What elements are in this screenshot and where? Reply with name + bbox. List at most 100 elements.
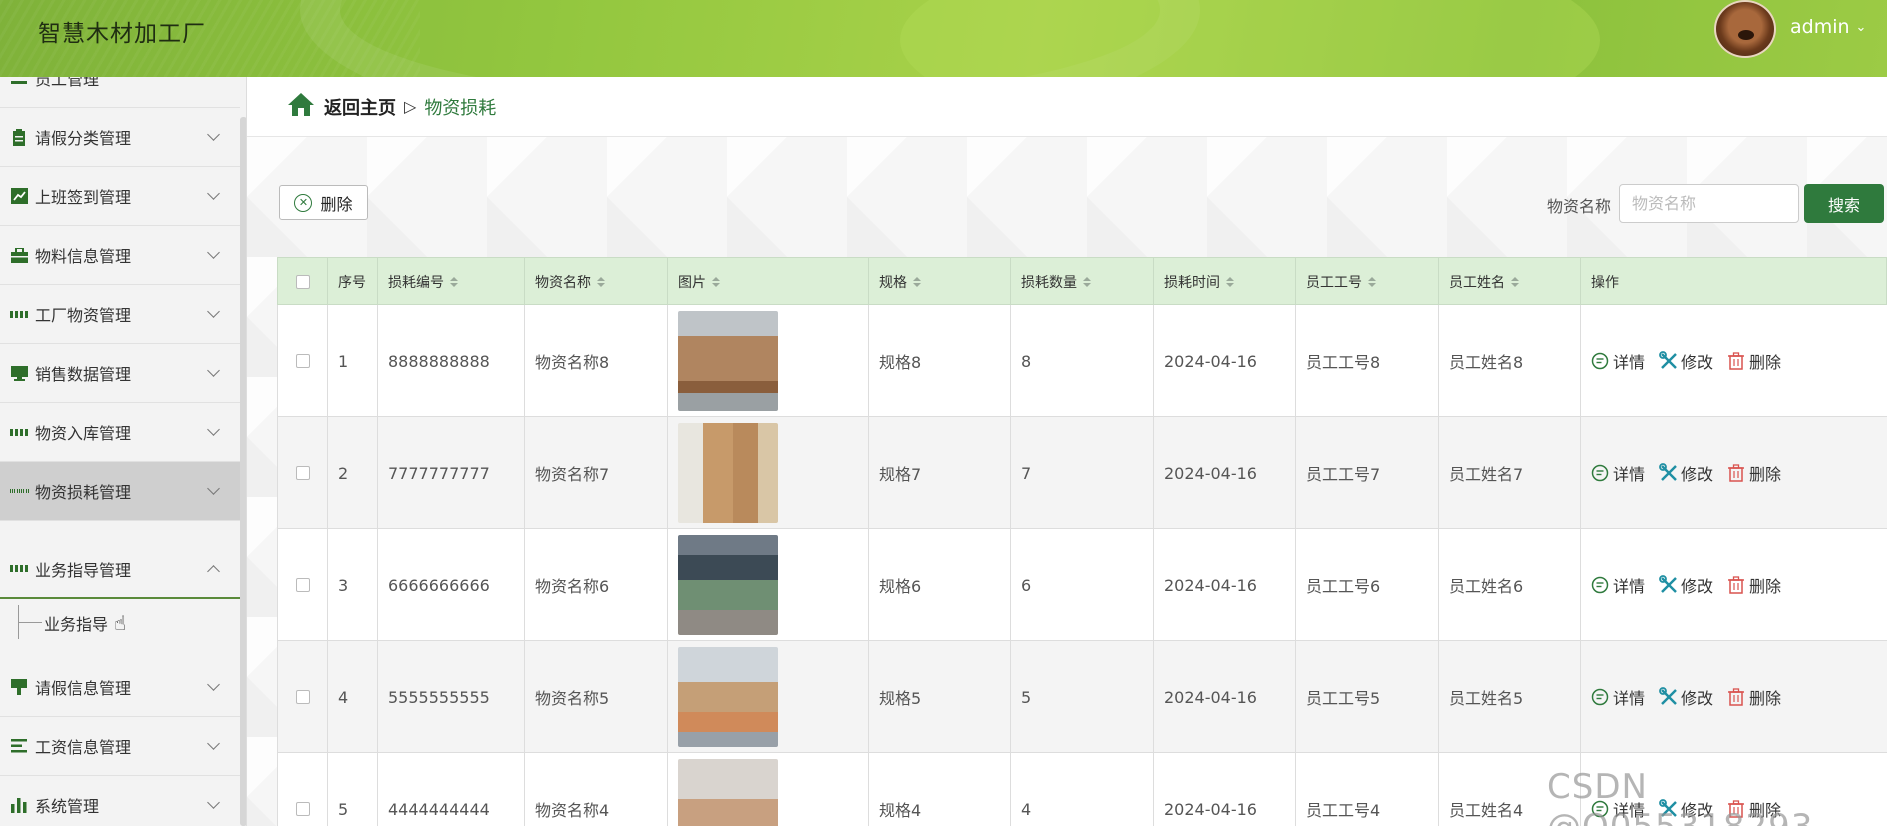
sort-icon[interactable] xyxy=(597,277,605,287)
column-header-label: 损耗编号 xyxy=(388,275,444,291)
trash-icon xyxy=(1727,576,1745,594)
cell-text: 2024-04-16 xyxy=(1164,799,1257,819)
sidebar-item-label: 请假分类管理 xyxy=(35,129,132,148)
sort-icon[interactable] xyxy=(712,277,720,287)
cell-text: 员工工号8 xyxy=(1306,353,1381,372)
item-photo[interactable] xyxy=(678,311,778,411)
edit-button[interactable]: 修改 xyxy=(1659,573,1713,597)
detail-label: 详情 xyxy=(1613,465,1646,484)
sidebar-item-material[interactable]: 物料信息管理 xyxy=(0,226,240,285)
row-checkbox[interactable] xyxy=(295,354,310,368)
sidebar-item-factory-supplies[interactable]: 工厂物资管理 xyxy=(0,285,240,344)
table-cell-spec: 规格4 xyxy=(869,753,1011,826)
detail-button[interactable]: 详情 xyxy=(1591,685,1645,709)
sidebar-item-salary[interactable]: 工资信息管理 xyxy=(0,717,240,776)
sidebar-item-leave-info[interactable]: 请假信息管理 xyxy=(0,658,240,717)
detail-button[interactable]: 详情 xyxy=(1591,461,1645,485)
table-cell-emp_no: 员工工号6 xyxy=(1296,529,1439,641)
select-all-checkbox[interactable] xyxy=(295,275,310,289)
table-cell-code: 5555555555 xyxy=(378,641,525,753)
sidebar-item-system[interactable]: 系统管理 xyxy=(0,776,240,826)
sidebar-item-label: 工厂物资管理 xyxy=(35,306,132,325)
sort-icon[interactable] xyxy=(1226,277,1234,287)
column-header[interactable]: 图片 xyxy=(668,258,869,306)
chevron-down-icon: ⌄ xyxy=(1855,19,1867,35)
avatar[interactable] xyxy=(1714,0,1776,58)
row-checkbox[interactable] xyxy=(295,466,310,480)
sidebar-item-label: 销售数据管理 xyxy=(35,365,132,384)
sort-icon[interactable] xyxy=(1368,277,1376,287)
column-header-label: 物资名称 xyxy=(535,275,591,291)
row-checkbox[interactable] xyxy=(295,802,310,816)
sidebar-item-label: 工资信息管理 xyxy=(35,738,132,757)
table-row: 4 5555555555 物资名称5 规格5 5 2024-04-16 员工工号5 员工姓名5… xyxy=(277,641,1887,753)
item-photo[interactable] xyxy=(678,423,778,523)
row-checkbox[interactable] xyxy=(295,578,310,592)
table-cell-code: 4444444444 xyxy=(378,753,525,826)
delete-button[interactable]: 删除 xyxy=(1727,685,1781,709)
sidebar-item-employee[interactable]: 员工管理 xyxy=(0,77,240,108)
sidebar-scrollbar[interactable] xyxy=(240,117,246,826)
edit-button[interactable]: 修改 xyxy=(1659,349,1713,373)
sidebar-item-loss[interactable]: 物资损耗管理 xyxy=(0,462,240,521)
sidebar-item-leave-category[interactable]: 请假分类管理 xyxy=(0,108,240,167)
cell-text: 规格8 xyxy=(879,353,922,372)
delete-button[interactable]: 删除 xyxy=(1727,461,1781,485)
top-header: 智慧木材加工厂 admin ⌄ xyxy=(0,0,1887,77)
cell-text: 规格4 xyxy=(879,801,922,820)
delete-label: 删除 xyxy=(1749,465,1782,484)
column-header[interactable]: 物资名称 xyxy=(525,258,668,306)
chevron-down-icon xyxy=(207,187,220,200)
column-header[interactable]: 损耗数量 xyxy=(1011,258,1154,306)
sidebar-item-label: 业务指导管理 xyxy=(35,560,132,580)
column-header[interactable]: 损耗编号 xyxy=(378,258,525,306)
sidebar-item-label: 请假信息管理 xyxy=(35,679,132,698)
detail-button[interactable]: 详情 xyxy=(1591,573,1645,597)
search-input[interactable] xyxy=(1619,184,1799,223)
detail-button[interactable]: 详情 xyxy=(1591,349,1645,373)
sidebar-item-guidance[interactable]: 业务指导管理 xyxy=(0,540,240,599)
row-checkbox[interactable] xyxy=(295,690,310,704)
detail-icon xyxy=(1591,576,1609,594)
image-cell xyxy=(668,305,869,417)
delete-button[interactable]: 删除 xyxy=(1727,349,1781,373)
tree-line xyxy=(18,622,42,623)
item-photo[interactable] xyxy=(678,535,778,635)
breadcrumb-home[interactable]: 返回主页 xyxy=(324,94,396,120)
sidebar-item-checkin[interactable]: 上班签到管理 xyxy=(0,167,240,226)
edit-button[interactable]: 修改 xyxy=(1659,685,1713,709)
sort-icon[interactable] xyxy=(1083,277,1091,287)
sidebar-item-inbound[interactable]: 物资入库管理 xyxy=(0,403,240,462)
chevron-down-icon xyxy=(207,737,220,750)
sidebar: 员工管理 请假分类管理 上班签到管理 物料信息管理 工厂物资管理 销售数据管理 … xyxy=(0,77,247,826)
cell-text: 员工工号5 xyxy=(1306,689,1381,708)
item-photo[interactable] xyxy=(678,759,778,826)
delete-button[interactable]: 删除 xyxy=(1727,573,1781,597)
sidebar-item-label: 系统管理 xyxy=(35,797,100,816)
column-header[interactable]: 员工姓名 xyxy=(1439,258,1581,306)
user-menu[interactable]: admin ⌄ xyxy=(1790,16,1866,38)
sidebar-item-sales[interactable]: 销售数据管理 xyxy=(0,344,240,403)
column-header[interactable]: 损耗时间 xyxy=(1154,258,1296,306)
chevron-down-icon xyxy=(207,305,220,318)
home-icon[interactable] xyxy=(287,92,315,121)
cell-text: 员工姓名7 xyxy=(1449,465,1524,484)
cell-text: 6666666666 xyxy=(388,575,490,595)
batch-delete-button[interactable]: ✕ 删除 xyxy=(279,185,368,220)
search-button[interactable]: 搜索 xyxy=(1804,184,1884,223)
item-photo[interactable] xyxy=(678,647,778,747)
cell-text: 5555555555 xyxy=(388,687,490,707)
edit-label: 修改 xyxy=(1681,353,1714,372)
cell-text: 3 xyxy=(338,575,349,595)
sort-icon[interactable] xyxy=(913,277,921,287)
sort-icon[interactable] xyxy=(1511,277,1519,287)
delete-label: 删除 xyxy=(1749,689,1782,708)
sidebar-subitem-guidance[interactable]: 业务指导 ☝ xyxy=(0,597,240,647)
edit-button[interactable]: 修改 xyxy=(1659,461,1713,485)
breadcrumb-current: 物资损耗 xyxy=(424,97,497,119)
image-cell xyxy=(668,641,869,753)
sort-icon[interactable] xyxy=(450,277,458,287)
column-header[interactable]: 员工工号 xyxy=(1296,258,1439,306)
table-cell-spec: 规格5 xyxy=(869,641,1011,753)
column-header[interactable]: 规格 xyxy=(869,258,1011,306)
